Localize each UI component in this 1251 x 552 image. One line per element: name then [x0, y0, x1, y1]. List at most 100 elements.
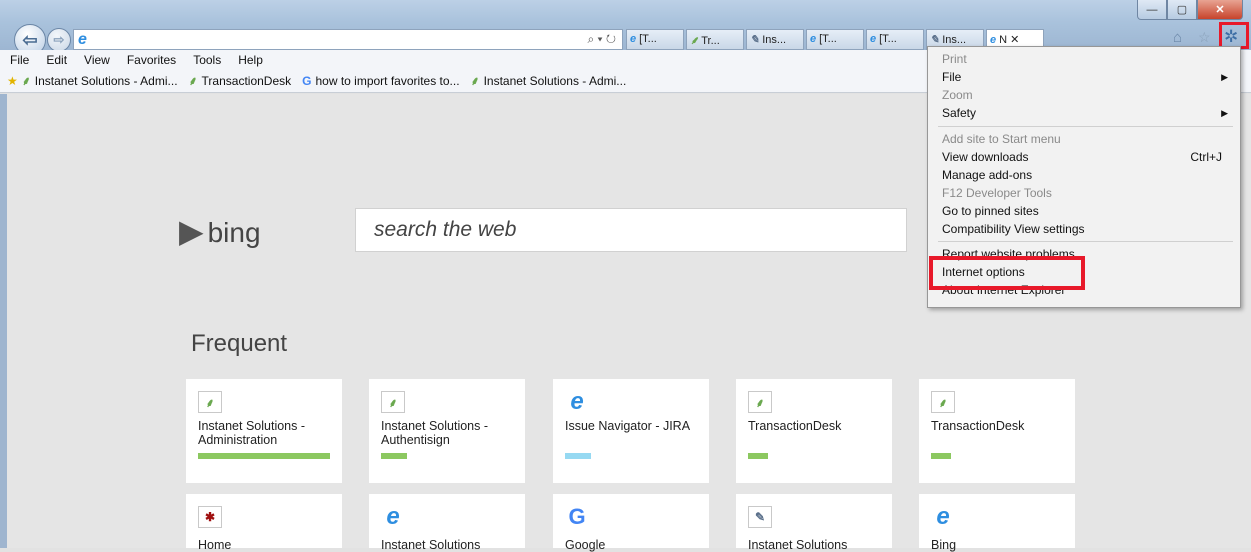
- instanet-icon: ⸙: [198, 391, 222, 413]
- instanet-icon: ⸙: [931, 391, 955, 413]
- visit-frequency-bar: [381, 453, 407, 459]
- tile-label: Instanet Solutions: [381, 538, 481, 552]
- menu-favorites[interactable]: Favorites: [127, 53, 176, 67]
- search-placeholder: search the web: [374, 218, 517, 241]
- gear-highlight-box: [1219, 22, 1249, 49]
- tile-label: Google: [565, 538, 606, 552]
- frequent-tile[interactable]: ⸙ TransactionDesk: [736, 379, 892, 483]
- menu-tools[interactable]: Tools: [193, 53, 221, 67]
- menu-separator: [938, 126, 1233, 127]
- menu-item-add-site[interactable]: Add site to Start menu: [942, 130, 1232, 148]
- favorite-label: Instanet Solutions - Admi...: [483, 74, 627, 88]
- instanet-icon: ⸙: [748, 391, 772, 413]
- ie-logo-icon: e: [386, 503, 400, 530]
- menu-help[interactable]: Help: [238, 53, 263, 67]
- window-controls: — ▢ ✕: [1137, 0, 1243, 20]
- frequent-heading: Frequent: [191, 330, 288, 357]
- favorite-link-2[interactable]: ⸙ TransactionDesk: [189, 72, 292, 89]
- favorite-link-3[interactable]: Ghow to import favorites to...: [302, 74, 459, 88]
- maximize-button[interactable]: ▢: [1167, 0, 1197, 20]
- menu-item-safety[interactable]: Safety ▶: [942, 104, 1232, 122]
- google-icon: G: [302, 73, 312, 88]
- frequent-tile[interactable]: e Issue Navigator - JIRA: [553, 379, 709, 483]
- tab-icon: e: [810, 33, 817, 45]
- tile-label: Home: [198, 538, 232, 552]
- tab-icon: e: [870, 33, 877, 45]
- browser-tab-5[interactable]: e [T...: [866, 29, 924, 50]
- browser-tab-4[interactable]: e [T...: [806, 29, 864, 50]
- back-arrow-icon: ⇦: [22, 29, 38, 50]
- favorite-label: how to import favorites to...: [315, 73, 460, 88]
- menu-item-view-downloads[interactable]: View downloads Ctrl+J: [942, 148, 1232, 166]
- internet-options-highlight-box: [929, 256, 1085, 290]
- favorite-link-4[interactable]: ⸙ Instanet Solutions - Admi...: [471, 72, 627, 89]
- close-button[interactable]: ✕: [1197, 0, 1243, 20]
- shortcut-label: Ctrl+J: [1190, 150, 1222, 164]
- menu-item-zoom[interactable]: Zoom: [942, 86, 1232, 104]
- frequent-tile[interactable]: ⸙ Instanet Solutions - Administration: [186, 379, 342, 483]
- google-icon: G: [568, 504, 586, 529]
- favorite-label: Instanet Solutions - Admi...: [34, 74, 178, 88]
- tile-label: Instanet Solutions - Administration: [198, 419, 306, 447]
- minimize-button[interactable]: —: [1137, 0, 1167, 20]
- tile-label: TransactionDesk: [931, 419, 1025, 433]
- tab-label: Ins...: [942, 34, 967, 46]
- ie-logo-icon: e: [936, 503, 950, 530]
- menu-item-print[interactable]: Print: [942, 50, 1232, 68]
- visit-frequency-bar: [198, 453, 330, 459]
- frequent-tile[interactable]: G Google: [553, 494, 709, 552]
- visit-frequency-bar: [931, 453, 951, 459]
- browser-tab-3[interactable]: ✎ Ins...: [746, 29, 804, 50]
- tab-icon: e: [990, 34, 997, 46]
- forward-arrow-icon: ⇨: [53, 32, 65, 47]
- frequent-tile[interactable]: e Bing: [919, 494, 1075, 552]
- menu-item-label: View downloads: [942, 150, 1029, 164]
- home-icon[interactable]: ⌂: [1173, 29, 1182, 46]
- instanet-icon: ⸙: [470, 74, 480, 88]
- frequent-tile[interactable]: ✱ Home: [186, 494, 342, 552]
- browser-tab-1[interactable]: e [T...: [626, 29, 684, 50]
- menu-edit[interactable]: Edit: [46, 53, 67, 67]
- add-favorite-star-icon[interactable]: ★: [7, 74, 18, 88]
- favorite-label: TransactionDesk: [201, 74, 292, 88]
- menu-view[interactable]: View: [84, 53, 110, 67]
- visit-frequency-bar: [565, 453, 591, 459]
- tab-icon: ✎: [930, 34, 940, 46]
- frequent-tile[interactable]: ⸙ TransactionDesk: [919, 379, 1075, 483]
- bing-mark-icon: ▶: [179, 213, 204, 249]
- instanet-icon: ⸙: [381, 391, 405, 413]
- visit-frequency-bar: [748, 453, 768, 459]
- tab-label: N ✕: [999, 34, 1020, 46]
- tile-label: Instanet Solutions - Authentisign: [381, 419, 489, 447]
- tab-icon: ⸙: [690, 35, 699, 47]
- frequent-tile[interactable]: ✎ Instanet Solutions: [736, 494, 892, 552]
- menu-item-f12-tools[interactable]: F12 Developer Tools: [942, 184, 1232, 202]
- ie-logo-icon: e: [78, 31, 87, 48]
- tile-label: TransactionDesk: [748, 419, 842, 433]
- menu-item-file[interactable]: File ▶: [942, 68, 1232, 86]
- ie-logo-icon: e: [570, 388, 584, 415]
- tab-icon: e: [630, 33, 637, 45]
- menu-item-pinned-sites[interactable]: Go to pinned sites: [942, 202, 1232, 220]
- menu-item-manage-addons[interactable]: Manage add-ons: [942, 166, 1232, 184]
- favorites-star-icon[interactable]: ☆: [1198, 29, 1211, 46]
- frequent-tile[interactable]: ⸙ Instanet Solutions - Authentisign: [369, 379, 525, 483]
- tile-label: Bing: [931, 538, 957, 552]
- menu-item-label: Safety: [942, 106, 977, 120]
- address-bar-tools[interactable]: ⌕ ▾ ↻: [587, 32, 616, 47]
- browser-tab-2[interactable]: ⸙ Tr...: [686, 29, 744, 50]
- menu-separator: [938, 241, 1233, 242]
- frequent-tile[interactable]: e Instanet Solutions: [369, 494, 525, 552]
- bing-search-input[interactable]: search the web: [355, 208, 907, 252]
- tab-label: [T...: [639, 33, 657, 45]
- tab-label: Ins...: [762, 34, 787, 46]
- forward-button[interactable]: ⇨: [47, 28, 71, 52]
- favorite-link-1[interactable]: ⸙ Instanet Solutions - Admi...: [22, 72, 178, 89]
- tab-icon: ✎: [750, 34, 760, 46]
- address-bar[interactable]: e ⌕ ▾ ↻: [73, 29, 623, 50]
- menu-item-label: File: [942, 70, 962, 84]
- menu-file[interactable]: File: [10, 53, 29, 67]
- menu-item-compat-view[interactable]: Compatibility View settings: [942, 220, 1232, 238]
- instanet-icon: ⸙: [188, 74, 198, 88]
- tab-label: Tr...: [701, 35, 720, 47]
